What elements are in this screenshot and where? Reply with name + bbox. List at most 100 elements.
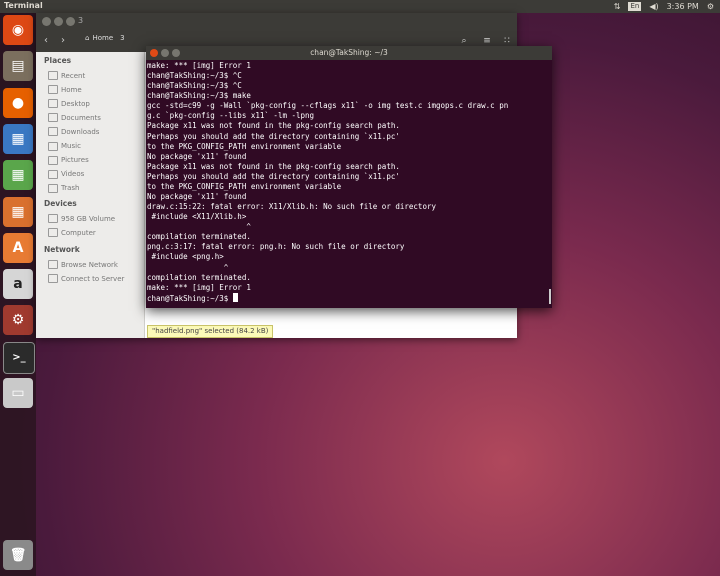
- unity-launcher: ◉ ▤ ● ▦ ▦ ▦ Aa ⚙ >_ ▭ 🗑: [0, 13, 36, 576]
- terminal-line: g.c `pkg-config --libs x11` -lm -lpng: [147, 111, 315, 121]
- ubuntu-software-center-icon[interactable]: A: [3, 232, 33, 263]
- sidebar-item-places-0[interactable]: Recent: [48, 71, 85, 80]
- settings-gear-icon[interactable]: ⚙: [707, 2, 714, 11]
- breadcrumb-current[interactable]: 3: [120, 34, 124, 42]
- sidebar-item-places-2[interactable]: Desktop: [48, 99, 90, 109]
- sidebar-item-label: Computer: [61, 228, 96, 237]
- system-settings-icon[interactable]: ⚙: [3, 305, 33, 336]
- devices-heading: Devices: [44, 199, 77, 208]
- sidebar-item-devices-0[interactable]: 958 GB Volume: [48, 214, 115, 223]
- sidebar-item-label: Desktop: [61, 99, 90, 108]
- sidebar-item-devices-1[interactable]: Computer: [48, 228, 96, 238]
- sidebar-item-places-4[interactable]: Downloads: [48, 127, 99, 137]
- terminal-line: No package 'x11' found: [147, 192, 247, 202]
- minimize-button[interactable]: [54, 17, 63, 26]
- network-heading: Network: [44, 245, 80, 254]
- close-button[interactable]: [42, 17, 51, 26]
- folder-icon: [48, 169, 58, 179]
- terminal-line: ^: [147, 262, 229, 272]
- folder-icon: [48, 183, 58, 193]
- sound-icon[interactable]: ◀): [649, 2, 658, 11]
- places-sidebar: Places Recent Home Desktop Documents Downloa…: [36, 52, 145, 338]
- breadcrumb: ⌂ Home 3: [85, 34, 125, 42]
- breadcrumb-home[interactable]: Home: [92, 34, 113, 42]
- text-cursor: [232, 292, 238, 302]
- folder-icon: [48, 214, 58, 223]
- sidebar-item-places-8[interactable]: Trash: [48, 183, 80, 193]
- network-icon[interactable]: ⇅: [614, 2, 621, 11]
- sidebar-item-label: Home: [61, 85, 82, 94]
- forward-arrow-icon[interactable]: ›: [61, 36, 65, 46]
- folder-icon: [48, 85, 58, 95]
- sidebar-item-network-0[interactable]: Browse Network: [48, 260, 118, 269]
- sidebar-item-label: Browse Network: [61, 260, 118, 269]
- file-manager-title: 3: [78, 16, 84, 25]
- sidebar-item-places-6[interactable]: Pictures: [48, 155, 89, 165]
- drive-icon[interactable]: ▭: [3, 378, 33, 408]
- amazon-icon[interactable]: a: [3, 269, 33, 300]
- firefox-icon[interactable]: ●: [3, 87, 33, 118]
- sidebar-item-label: Videos: [61, 170, 85, 179]
- sidebar-item-network-1[interactable]: Connect to Server: [48, 274, 124, 284]
- clock[interactable]: 3:36 PM: [667, 2, 699, 11]
- terminal-line: compilation terminated.: [147, 232, 251, 242]
- trash-icon[interactable]: 🗑: [3, 540, 33, 570]
- sidebar-item-label: Documents: [61, 113, 101, 122]
- libreoffice-impress-icon[interactable]: ▦: [3, 196, 33, 227]
- terminal-line: make: *** [img] Error 1: [147, 61, 251, 70]
- terminal-line: png.c:3:17: fatal error: png.h: No such …: [147, 242, 405, 252]
- terminal-line: compilation terminated.: [147, 272, 251, 282]
- terminal-line: ^: [147, 222, 251, 232]
- sidebar-item-label: Recent: [61, 71, 86, 80]
- back-arrow-icon[interactable]: ‹: [44, 36, 48, 46]
- terminal-line: #include <png.h>: [147, 252, 224, 262]
- terminal-icon[interactable]: >_: [3, 341, 35, 374]
- folder-icon: [48, 155, 58, 165]
- terminal-line: Perhaps you should add the directory con…: [147, 131, 400, 141]
- folder-icon: [48, 141, 58, 151]
- sidebar-item-places-7[interactable]: Videos: [48, 169, 85, 179]
- terminal-line: No package 'x11' found: [147, 151, 247, 161]
- terminal-line: make: *** [img] Error 1: [147, 282, 251, 292]
- terminal-line: Package x11 was not found in the pkg-con…: [147, 121, 400, 131]
- selection-status: "hadfield.png" selected (84.2 kB): [147, 325, 274, 338]
- terminal-line: to the PKG_CONFIG_PATH environment varia…: [147, 181, 342, 191]
- dash-home-icon[interactable]: ◉: [3, 15, 33, 45]
- terminal-line: draw.c:15:22: fatal error: X11/Xlib.h: N…: [147, 202, 436, 212]
- top-panel: Terminal ⇅ En ◀) 3:36 PM ⚙: [0, 0, 720, 13]
- system-tray: ⇅ En ◀) 3:36 PM ⚙: [614, 0, 714, 13]
- home-icon: ⌂: [85, 34, 90, 42]
- maximize-button[interactable]: [66, 17, 75, 26]
- folder-icon: [48, 99, 58, 109]
- file-manager-titlebar: 3: [36, 13, 517, 30]
- libreoffice-writer-icon[interactable]: ▦: [3, 123, 33, 154]
- terminal-title: chan@TakShing: ~/3: [310, 48, 388, 57]
- sidebar-item-label: Trash: [61, 184, 80, 193]
- scrollbar[interactable]: [549, 289, 551, 304]
- folder-icon: [48, 228, 58, 238]
- folder-icon: [48, 274, 58, 284]
- folder-icon: [48, 71, 58, 80]
- libreoffice-calc-icon[interactable]: ▦: [3, 160, 33, 191]
- terminal-titlebar: chan@TakShing: ~/3: [146, 46, 552, 60]
- terminal-line: to the PKG_CONFIG_PATH environment varia…: [147, 141, 342, 151]
- terminal-line: chan@TakShing:~/3$ ^C: [147, 71, 242, 81]
- terminal-line: chan@TakShing:~/3$ ^C: [147, 81, 242, 91]
- terminal-line: Package x11 was not found in the pkg-con…: [147, 161, 400, 171]
- sidebar-item-places-1[interactable]: Home: [48, 85, 82, 95]
- folder-icon: [48, 127, 58, 137]
- sidebar-item-label: Music: [61, 142, 81, 150]
- terminal-line: gcc -std=c99 -g -Wall `pkg-config --cfla…: [147, 101, 509, 111]
- sidebar-item-places-3[interactable]: Documents: [48, 113, 101, 123]
- files-icon[interactable]: ▤: [3, 51, 33, 82]
- terminal-line: #include <X11/Xlib.h>: [147, 212, 247, 222]
- sidebar-item-label: Pictures: [61, 156, 89, 165]
- terminal-output[interactable]: make: *** [img] Error 1 chan@TakShing:~/3…: [147, 61, 547, 306]
- keyboard-layout-indicator[interactable]: En: [628, 2, 642, 11]
- folder-icon: [48, 260, 58, 269]
- terminal-window: chan@TakShing: ~/3 make: *** [img] Error…: [146, 46, 552, 308]
- terminal-line: chan@TakShing:~/3$: [147, 292, 547, 303]
- folder-icon: [48, 113, 58, 123]
- terminal-line: chan@TakShing:~/3$ make: [147, 91, 251, 101]
- sidebar-item-places-5[interactable]: Music: [48, 141, 81, 151]
